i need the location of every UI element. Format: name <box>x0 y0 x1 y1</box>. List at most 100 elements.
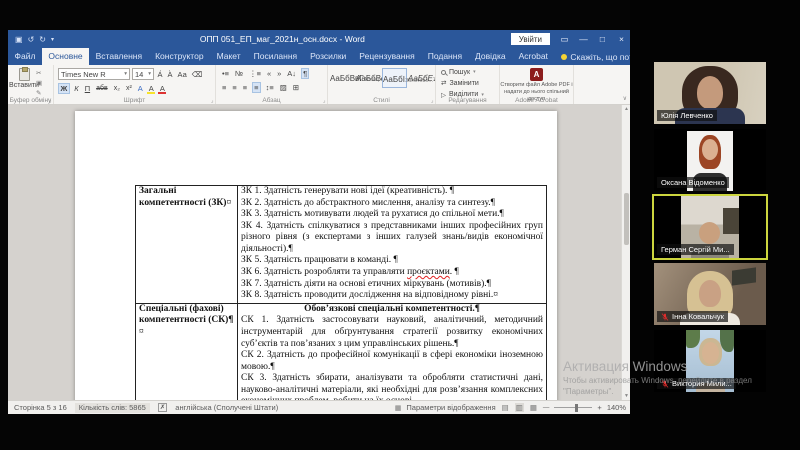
zoom-level[interactable]: 140% <box>607 403 626 412</box>
proofing-errors-icon[interactable]: ✗ <box>157 402 168 413</box>
vertical-scrollbar[interactable]: ▲ ▼ <box>621 105 630 400</box>
tab-layout[interactable]: Макет <box>210 48 247 65</box>
doc-line: ЗК 4. Здатність спілкуватися з представн… <box>241 220 543 254</box>
participant-tile[interactable]: Оксана Відоменко <box>654 129 766 191</box>
text-effects-button[interactable]: А <box>136 84 144 93</box>
paragraph-dialog-launcher[interactable]: ⌟ <box>323 97 326 104</box>
cell-marker: ¤ <box>226 197 232 208</box>
style-item[interactable]: АаБбВвГАбзац сп... <box>330 68 391 88</box>
align-left-icon[interactable]: ≡ <box>221 83 227 92</box>
participant-tile[interactable]: Юлія Левченко <box>654 62 766 124</box>
minimize-button[interactable]: — <box>575 34 592 44</box>
styles-group: АаБбВвГАбзац сп... АаБбВеІЗвичайн... АаБ… <box>328 65 436 104</box>
shrink-font-button[interactable]: А̀ <box>166 70 174 79</box>
close-button[interactable]: × <box>613 34 630 44</box>
tab-insert[interactable]: Вставлення <box>89 48 148 65</box>
doc-line: ЗК 7. Здатність діяти на основі етичних … <box>241 278 491 289</box>
ribbon-tabs: Файл Основне Вставлення Конструктор Маке… <box>8 48 780 65</box>
zoom-slider[interactable] <box>554 403 593 412</box>
sort-icon[interactable]: А↓ <box>286 69 297 78</box>
undo-icon[interactable]: ↺ <box>28 35 35 44</box>
scrollbar-thumb[interactable] <box>623 193 629 245</box>
word-count[interactable]: Кількість слів: 5865 <box>74 402 150 413</box>
tab-home[interactable]: Основне <box>41 48 90 65</box>
shading-icon[interactable]: ▨ <box>279 83 288 92</box>
decrease-indent-icon[interactable]: « <box>266 69 272 78</box>
bullets-icon[interactable]: •≡ <box>221 69 230 78</box>
clear-formatting-icon[interactable]: ⌫ <box>190 70 204 79</box>
scroll-down-icon[interactable]: ▼ <box>622 393 630 399</box>
doc-line: СК 2. Здатність до професійної комунікац… <box>241 350 543 372</box>
subscript-button[interactable]: x₂ <box>112 85 121 92</box>
align-right-icon[interactable]: ≡ <box>242 83 248 92</box>
increase-indent-icon[interactable]: » <box>276 69 282 78</box>
doc-line: ЗК 2. Здатність до абстрактного мислення… <box>241 197 495 208</box>
quick-access-toolbar: ▣ ↺ ↻ ▾ <box>15 35 54 44</box>
tab-file[interactable]: Файл <box>8 48 42 65</box>
clipboard-dialog-launcher[interactable]: ⌟ <box>49 97 52 104</box>
redo-icon[interactable]: ↻ <box>39 35 46 44</box>
participant-tile-active-speaker[interactable]: Герман Сергій Ми... <box>652 194 768 260</box>
doc-line: ЗК 6. Здатність розробляти та управляти … <box>241 267 459 278</box>
cut-icon[interactable]: ✂ <box>36 69 42 77</box>
tab-references[interactable]: Посилання <box>247 48 304 65</box>
font-name-select[interactable]: Times New R ▾ <box>58 68 130 80</box>
align-center-icon[interactable]: ≡ <box>231 83 237 92</box>
zoom-slider-thumb[interactable] <box>575 403 579 412</box>
zoom-out-button[interactable]: — <box>543 404 550 411</box>
replace-button[interactable]: ⇄ Замінити <box>441 79 499 88</box>
change-case-button[interactable]: Аа <box>176 70 188 79</box>
highlight-color-button[interactable]: А <box>147 84 156 94</box>
participant-tile[interactable]: Інна Ковальчук <box>654 263 766 325</box>
paste-button[interactable]: Вставити <box>9 67 39 96</box>
borders-icon[interactable]: ⊞ <box>292 83 300 92</box>
font-color-button[interactable]: А <box>158 84 167 94</box>
maximize-button[interactable]: □ <box>594 34 611 44</box>
document-page[interactable]: Загальні компетентності (ЗК)¤ ЗК 1. Здат… <box>75 111 557 400</box>
superscript-button[interactable]: x² <box>124 85 133 92</box>
style-item[interactable]: АаБбЕЗаголово... <box>408 68 435 88</box>
print-layout-icon[interactable]: ▥ <box>514 403 524 412</box>
adobe-pdf-icon: A <box>530 68 543 81</box>
editing-group: Пошук ▾ ⇄ Замінити ▷ Виділити ▾ Редагування <box>436 65 500 104</box>
grow-font-button[interactable]: А́ <box>156 70 164 79</box>
sign-in-button[interactable]: Увійти <box>510 33 550 45</box>
read-mode-icon[interactable]: ▤ <box>501 403 510 412</box>
justify-icon[interactable]: ≡ <box>252 82 261 93</box>
bold-button[interactable]: Ж <box>58 83 70 94</box>
show-marks-button[interactable]: ¶ <box>301 68 310 79</box>
font-dialog-launcher[interactable]: ⌟ <box>211 97 214 104</box>
style-item[interactable]: АаБбІЗаголово... <box>382 68 433 88</box>
multilevel-list-icon[interactable]: ⋮≡ <box>248 69 262 78</box>
ribbon-display-options-icon[interactable]: ▭ <box>556 34 573 45</box>
participant-tile[interactable]: Виктория Мили... <box>654 330 766 392</box>
find-button[interactable]: Пошук ▾ <box>441 69 499 76</box>
zoom-in-button[interactable]: + <box>597 403 601 412</box>
tab-help[interactable]: Довідка <box>469 48 513 65</box>
tab-design[interactable]: Конструктор <box>149 48 210 65</box>
document-canvas[interactable]: Загальні компетентності (ЗК)¤ ЗК 1. Здат… <box>8 105 630 400</box>
row-heading: Загальні компетентності (ЗК) <box>139 186 227 208</box>
italic-button[interactable]: К <box>73 84 80 93</box>
save-icon[interactable]: ▣ <box>15 35 23 44</box>
scroll-up-icon[interactable]: ▲ <box>622 106 630 112</box>
tab-acrobat[interactable]: Acrobat <box>512 48 554 65</box>
participant-name-label: Оксана Відоменко <box>657 177 729 188</box>
font-size-select[interactable]: 14 ▾ <box>132 68 154 80</box>
line-spacing-icon[interactable]: ↕≡ <box>265 83 275 92</box>
copy-icon[interactable]: ▣ <box>36 79 42 87</box>
tab-mailings[interactable]: Розсилки <box>304 48 353 65</box>
tab-view[interactable]: Подання <box>421 48 468 65</box>
numbering-icon[interactable]: № <box>234 69 244 78</box>
strikethrough-button[interactable]: абв <box>95 85 110 92</box>
language-indicator[interactable]: англійська (Сполучені Штати) <box>175 403 278 412</box>
style-item[interactable]: АаБбВеІЗвичайн... <box>356 68 414 88</box>
styles-dialog-launcher[interactable]: ⌟ <box>431 97 434 104</box>
collapse-ribbon-icon[interactable]: ∨ <box>623 95 627 102</box>
web-layout-icon[interactable]: ▦ <box>529 403 538 412</box>
display-settings-button[interactable]: Параметри відображення <box>406 403 495 412</box>
tab-review[interactable]: Рецензування <box>353 48 421 65</box>
doc-line: ЗК 8. Здатність проводити дослідження на… <box>241 290 499 301</box>
page-indicator[interactable]: Сторінка 5 з 16 <box>14 403 67 412</box>
underline-button[interactable]: П <box>83 84 91 93</box>
